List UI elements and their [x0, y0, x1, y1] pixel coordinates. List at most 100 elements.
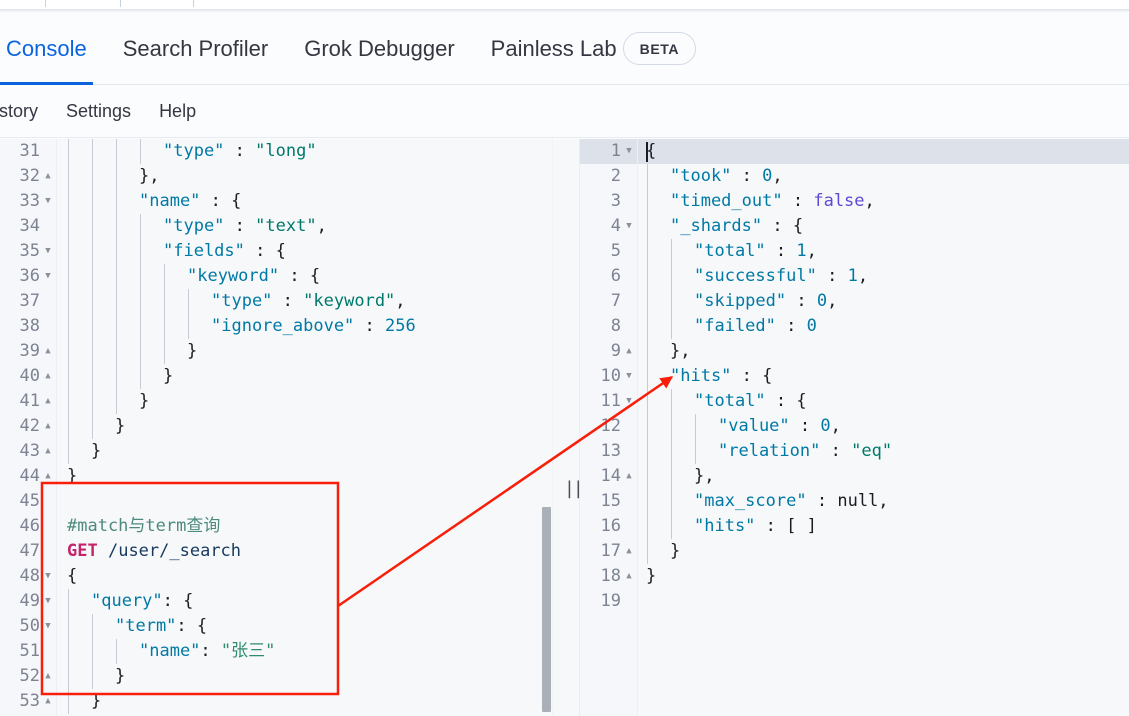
code-line[interactable]: "_shards" : { [638, 214, 1129, 239]
code-line[interactable]: "total" : 1, [638, 239, 1129, 264]
panel-resizer[interactable]: || [552, 139, 584, 716]
code-line[interactable]: "fields" : { [57, 239, 552, 264]
fold-down-icon[interactable]: ▼ [41, 264, 55, 289]
code-line[interactable]: "took" : 0, [638, 164, 1129, 189]
code-line[interactable]: "skipped" : 0, [638, 289, 1129, 314]
fold-down-icon[interactable]: ▼ [622, 139, 636, 164]
code-line[interactable]: "successful" : 1, [638, 264, 1129, 289]
line-number[interactable]: 38 [0, 314, 56, 339]
line-number[interactable]: 47 [0, 539, 56, 564]
code-line[interactable]: "ignore_above" : 256 [57, 314, 552, 339]
code-line[interactable]: GET /user/_search [57, 539, 552, 564]
tab-console[interactable]: Console [0, 12, 105, 85]
fold-up-icon[interactable]: ▲ [41, 339, 55, 364]
code-line[interactable]: } [638, 539, 1129, 564]
response-gutter[interactable]: 1 ▼ 2 3 4 ▼ 5 6 7 8 9 ▲ 10 ▼ 11 ▼ 12 13 14 ▲ 15 16 17 ▲ 18 ▲ 19 [580, 139, 638, 716]
line-number[interactable]: 50 ▼ [0, 614, 56, 639]
code-line[interactable]: "timed_out" : false, [638, 189, 1129, 214]
fold-up-icon[interactable]: ▲ [622, 339, 636, 364]
line-number[interactable]: 18 ▲ [580, 564, 637, 589]
fold-down-icon[interactable]: ▼ [622, 364, 636, 389]
code-line[interactable]: } [57, 364, 552, 389]
code-line[interactable]: "name" : { [57, 189, 552, 214]
fold-up-icon[interactable]: ▲ [41, 164, 55, 189]
line-number[interactable]: 6 [580, 264, 637, 289]
response-editor-panel[interactable]: 1 ▼ 2 3 4 ▼ 5 6 7 8 9 ▲ 10 ▼ 11 ▼ 12 13 14 ▲ 15 16 17 ▲ 18 ▲ 19 {"… [580, 139, 1129, 716]
fold-up-icon[interactable]: ▲ [41, 689, 55, 714]
fold-up-icon[interactable]: ▲ [41, 364, 55, 389]
fold-down-icon[interactable]: ▼ [41, 239, 55, 264]
line-number[interactable]: 37 [0, 289, 56, 314]
request-code-area[interactable]: "type" : "long"}, "name" : {"type" : "tex… [57, 139, 552, 716]
fold-up-icon[interactable]: ▲ [41, 389, 55, 414]
code-line[interactable]: } [57, 414, 552, 439]
line-number[interactable]: 17 ▲ [580, 539, 637, 564]
code-line[interactable] [638, 589, 1129, 614]
code-line[interactable]: "max_score" : null, [638, 489, 1129, 514]
submenu-item-help[interactable]: Help [145, 101, 210, 122]
code-line[interactable]: "type" : "keyword", [57, 289, 552, 314]
code-line[interactable]: } [638, 564, 1129, 589]
line-number[interactable]: 9 ▲ [580, 339, 637, 364]
line-number[interactable]: 4 ▼ [580, 214, 637, 239]
submenu-item-settings[interactable]: Settings [52, 101, 145, 122]
line-number[interactable]: 43 ▲ [0, 439, 56, 464]
line-number[interactable]: 13 [580, 439, 637, 464]
line-number[interactable]: 16 [580, 514, 637, 539]
tab-grok-debugger[interactable]: Grok Debugger [286, 12, 472, 85]
code-line[interactable]: } [57, 339, 552, 364]
code-line[interactable]: "name": "张三" [57, 639, 552, 664]
code-line[interactable]: }, [638, 464, 1129, 489]
code-line[interactable]: "term": { [57, 614, 552, 639]
code-line[interactable]: "type" : "long" [57, 139, 552, 164]
fold-down-icon[interactable]: ▼ [41, 614, 55, 639]
line-number[interactable]: 34 [0, 214, 56, 239]
fold-up-icon[interactable]: ▲ [41, 414, 55, 439]
fold-down-icon[interactable]: ▼ [622, 214, 636, 239]
tab-painless-lab[interactable]: Painless Lab BETA [473, 12, 714, 85]
code-line[interactable]: "query": { [57, 589, 552, 614]
code-line[interactable]: { [638, 139, 1129, 164]
fold-up-icon[interactable]: ▲ [41, 664, 55, 689]
fold-up-icon[interactable]: ▲ [41, 464, 55, 489]
line-number[interactable]: 2 [580, 164, 637, 189]
line-number[interactable]: 10 ▼ [580, 364, 637, 389]
response-code-area[interactable]: {"took" : 0, "timed_out" : false, "_shards… [638, 139, 1129, 716]
code-line[interactable]: }, [638, 339, 1129, 364]
line-number[interactable]: 36 ▼ [0, 264, 56, 289]
line-number[interactable]: 48 ▼ [0, 564, 56, 589]
line-number[interactable]: 42 ▲ [0, 414, 56, 439]
code-line[interactable]: "hits" : { [638, 364, 1129, 389]
fold-up-icon[interactable]: ▲ [41, 439, 55, 464]
line-number[interactable]: 39 ▲ [0, 339, 56, 364]
line-number[interactable]: 3 [580, 189, 637, 214]
code-line[interactable]: "type" : "text", [57, 214, 552, 239]
line-number[interactable]: 31 [0, 139, 56, 164]
request-gutter[interactable]: 31 32 ▲ 33 ▼ 34 35 ▼ 36 ▼ 37 38 39 ▲ 40 ▲ 41 ▲ 42 ▲ 43 ▲ 44 ▲ 45… [0, 139, 57, 716]
code-line[interactable]: "failed" : 0 [638, 314, 1129, 339]
line-number[interactable]: 49 ▼ [0, 589, 56, 614]
line-number[interactable]: 45 [0, 489, 56, 514]
line-number[interactable]: 51 [0, 639, 56, 664]
code-line[interactable]: "keyword" : { [57, 264, 552, 289]
line-number[interactable]: 46 [0, 514, 56, 539]
fold-up-icon[interactable]: ▲ [622, 564, 636, 589]
code-line[interactable]: #match与term查询 [57, 514, 552, 539]
line-number[interactable]: 41 ▲ [0, 389, 56, 414]
code-line[interactable]: "hits" : [ ] [638, 514, 1129, 539]
code-line[interactable]: "total" : { [638, 389, 1129, 414]
line-number[interactable]: 52 ▲ [0, 664, 56, 689]
code-line[interactable]: } [57, 439, 552, 464]
tab-search-profiler[interactable]: Search Profiler [105, 12, 287, 85]
fold-down-icon[interactable]: ▼ [41, 564, 55, 589]
code-line[interactable]: { [57, 564, 552, 589]
line-number[interactable]: 8 [580, 314, 637, 339]
line-number[interactable]: 35 ▼ [0, 239, 56, 264]
fold-down-icon[interactable]: ▼ [622, 389, 636, 414]
line-number[interactable]: 5 [580, 239, 637, 264]
code-line[interactable]: } [57, 689, 552, 714]
code-line[interactable]: }, [57, 164, 552, 189]
fold-up-icon[interactable]: ▲ [622, 539, 636, 564]
submenu-item-history[interactable]: History [0, 101, 52, 122]
line-number[interactable]: 19 [580, 589, 637, 614]
